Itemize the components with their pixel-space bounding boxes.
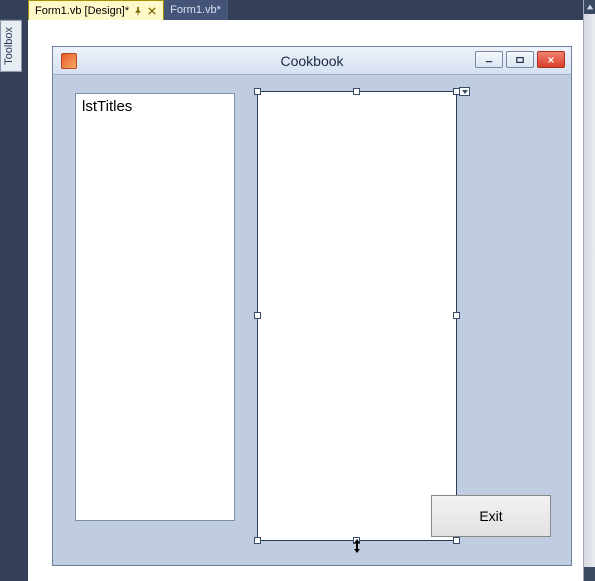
vertical-scrollbar[interactable] [583, 0, 595, 581]
smart-tag-icon[interactable] [459, 87, 470, 96]
resize-handle-se[interactable] [453, 537, 460, 544]
designer-surface[interactable]: Cookbook lstTitles [28, 20, 583, 581]
form-window[interactable]: Cookbook lstTitles [52, 46, 572, 566]
form-icon [61, 53, 77, 69]
exit-button-label: Exit [479, 508, 502, 524]
exit-button[interactable]: Exit [431, 495, 551, 537]
pin-icon[interactable] [133, 6, 143, 16]
close-button[interactable] [537, 51, 565, 68]
lst-titles-listbox[interactable]: lstTitles [75, 93, 235, 521]
resize-handle-nw[interactable] [254, 88, 261, 95]
document-tab-bar: Form1.vb [Design]* Form1.vb* [0, 0, 583, 20]
listbox-item: lstTitles [82, 98, 132, 115]
toolbox-tab[interactable]: Toolbox [0, 20, 22, 72]
resize-ns-cursor-icon [350, 539, 364, 556]
toolbox-label: Toolbox [3, 27, 15, 65]
tab-form1-code[interactable]: Form1.vb* [164, 0, 228, 20]
tab-label: Form1.vb* [170, 4, 221, 16]
minimize-button[interactable] [475, 51, 503, 68]
selected-control[interactable] [257, 91, 457, 541]
tab-label: Form1.vb [Design]* [35, 5, 129, 17]
tab-form1-design[interactable]: Form1.vb [Design]* [28, 0, 164, 20]
window-buttons [475, 51, 565, 68]
maximize-button[interactable] [506, 51, 534, 68]
form-titlebar[interactable]: Cookbook [53, 47, 571, 75]
form-client-area[interactable]: lstTitles Exit [53, 75, 571, 565]
scroll-bottom-cap [584, 567, 595, 581]
resize-handle-n[interactable] [353, 88, 360, 95]
resize-handle-e[interactable] [453, 312, 460, 319]
scroll-up-icon[interactable] [584, 0, 595, 14]
resize-handle-sw[interactable] [254, 537, 261, 544]
close-icon[interactable] [147, 6, 157, 16]
left-tool-dock: Toolbox [0, 20, 28, 581]
resize-handle-w[interactable] [254, 312, 261, 319]
